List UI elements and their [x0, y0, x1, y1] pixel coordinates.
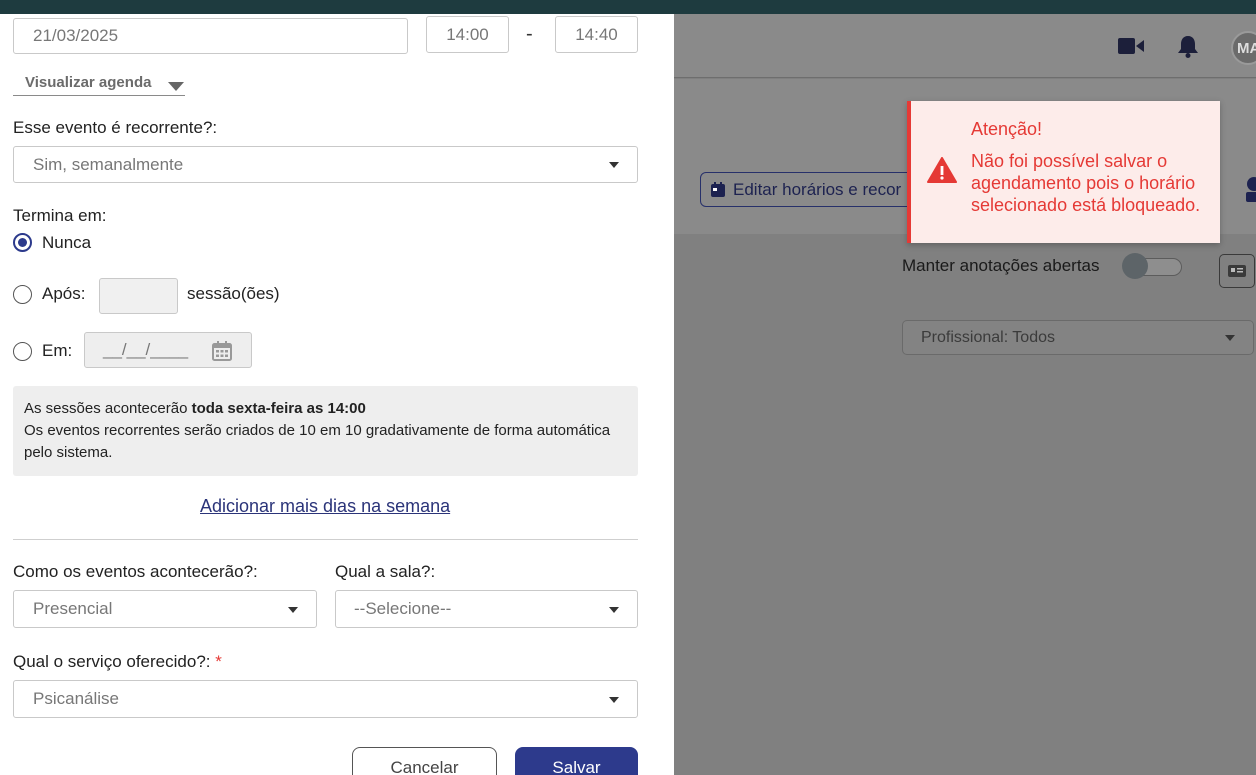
service-select[interactable]: Psicanálise: [13, 680, 638, 718]
professional-select[interactable]: Profissional: Todos: [902, 320, 1254, 355]
end-time-value: 14:40: [575, 24, 618, 44]
edit-hours-label: Editar horários e recor: [733, 179, 902, 199]
room-select[interactable]: --Selecione--: [335, 590, 638, 628]
info-prefix: As sessões acontecerão: [24, 400, 192, 417]
robot-icon[interactable]: [1242, 176, 1256, 209]
app-header: MA: [674, 14, 1256, 78]
room-label: Qual a sala?:: [335, 562, 436, 581]
toast-message: Não foi possível salvar o agendamento po…: [971, 151, 1201, 215]
error-toast: Atenção! Não foi possível salvar o agend…: [907, 101, 1220, 243]
recurrence-info-line1: As sessões acontecerão toda sexta-feira …: [24, 398, 627, 420]
toggle-knob: [1122, 253, 1148, 279]
recurring-label: Esse evento é recorrente?:: [13, 118, 218, 137]
recurring-select[interactable]: Sim, semanalmente: [13, 146, 638, 183]
professional-select-value: Profissional: Todos: [921, 328, 1055, 346]
info-bold: toda sexta-feira as 14:00: [191, 400, 366, 417]
calendar-icon[interactable]: [212, 341, 232, 366]
ends-on-label: Em:: [42, 341, 73, 360]
start-time-value: 14:00: [446, 24, 489, 44]
warning-icon: [927, 157, 957, 188]
toast-title: Atenção!: [971, 119, 1043, 139]
service-label-text: Qual o serviço oferecido?:: [13, 652, 211, 671]
how-select[interactable]: Presencial: [13, 590, 317, 628]
service-select-value: Psicanálise: [33, 689, 119, 708]
ends-never-label: Nunca: [42, 233, 92, 252]
event-form-panel: 21/03/2025 14:00 - 14:40 Visualizar agen…: [0, 14, 674, 775]
how-label: Como os eventos acontecerão?:: [13, 562, 258, 581]
calendar-icon: [711, 182, 725, 197]
keep-notes-label: Manter anotações abertas: [902, 256, 1100, 275]
ends-label: Termina em:: [13, 206, 107, 225]
recurring-select-value: Sim, semanalmente: [33, 154, 184, 174]
ends-on-radio[interactable]: [13, 342, 32, 361]
date-input-value: 21/03/2025: [33, 26, 119, 45]
start-time-input[interactable]: 14:00: [426, 16, 509, 53]
service-label: Qual o serviço oferecido?: *: [13, 652, 222, 672]
room-select-value: --Selecione--: [354, 599, 452, 618]
id-card-icon[interactable]: [1219, 254, 1255, 288]
view-agenda-label: Visualizar agenda: [25, 74, 152, 91]
save-button[interactable]: Salvar: [515, 747, 638, 775]
how-select-value: Presencial: [33, 599, 113, 618]
video-camera-icon[interactable]: [1117, 32, 1145, 60]
add-days-link[interactable]: Adicionar mais dias na semana: [200, 496, 450, 517]
edit-hours-button[interactable]: Editar horários e recor: [700, 172, 940, 207]
divider: [13, 539, 638, 540]
ends-after-label: Após:: [42, 284, 86, 303]
ends-never-radio[interactable]: [13, 233, 32, 252]
user-avatar[interactable]: MA: [1231, 31, 1256, 65]
chevron-down-icon: [609, 607, 619, 613]
keep-notes-toggle[interactable]: [1122, 253, 1182, 279]
end-time-input[interactable]: 14:40: [555, 16, 638, 53]
end-date-input[interactable]: __/__/____: [84, 332, 252, 368]
recurrence-info-line2: Os eventos recorrentes serão criados de …: [24, 422, 611, 461]
required-mark: *: [215, 652, 222, 671]
sessions-suffix-label: sessão(ões): [187, 284, 280, 303]
view-agenda-toggle[interactable]: Visualizar agenda: [13, 72, 185, 96]
chevron-down-icon: [168, 82, 184, 91]
sessions-count-input[interactable]: [99, 278, 178, 314]
chevron-down-icon: [609, 697, 619, 703]
bell-icon[interactable]: [1174, 32, 1202, 60]
recurrence-info-box: As sessões acontecerão toda sexta-feira …: [13, 386, 638, 476]
end-date-placeholder: __/__/____: [103, 340, 189, 359]
chevron-down-icon: [609, 162, 619, 168]
ends-after-radio[interactable]: [13, 285, 32, 304]
time-separator: -: [526, 23, 533, 45]
top-strip: [0, 0, 1256, 14]
date-input[interactable]: 21/03/2025: [13, 18, 408, 54]
chevron-down-icon: [288, 607, 298, 613]
chevron-down-icon: [1225, 335, 1235, 341]
cancel-button[interactable]: Cancelar: [352, 747, 497, 775]
